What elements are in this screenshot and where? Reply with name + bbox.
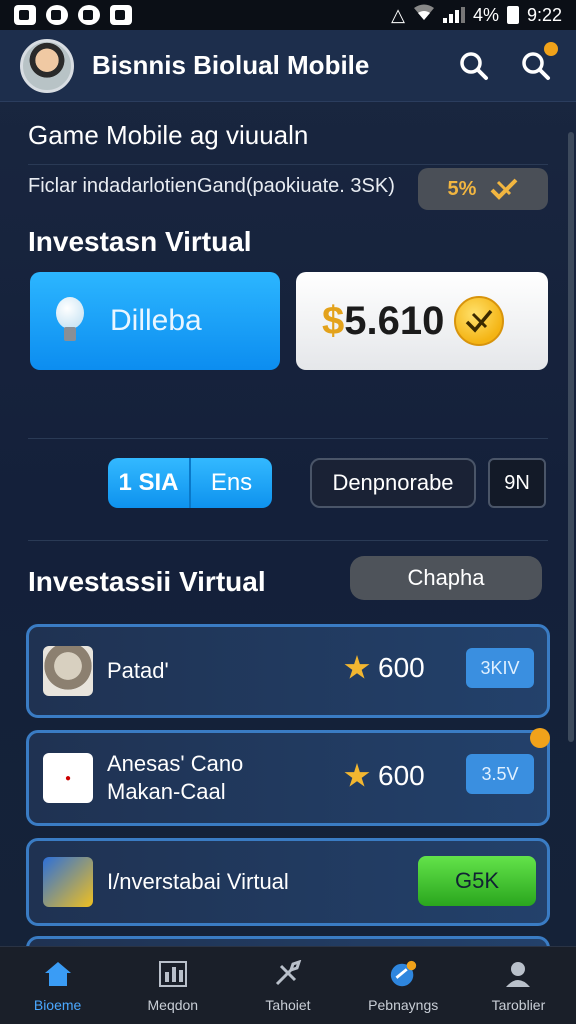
app-bar: Bisnnis Biolual Mobile: [0, 30, 576, 102]
app-notification-icon: [78, 5, 100, 25]
wifi-icon: [413, 4, 435, 27]
chart-notification-icon: [14, 5, 36, 25]
divider: [28, 164, 548, 165]
image-notification-icon: [110, 5, 132, 25]
status-bar: △ 4% 9:22: [0, 0, 576, 30]
list-item-amount: 600: [344, 652, 425, 684]
list-item-label: I/nverstabai Virtual: [107, 869, 289, 894]
clock-notification-icon: [46, 5, 68, 25]
list-item-label: Anesas' Cano Makan-Caal: [107, 750, 243, 806]
balance-amount: $5.610: [322, 299, 444, 344]
seg-option-right[interactable]: Ens: [191, 458, 272, 508]
battery-icon: [506, 6, 519, 24]
nav-label: Taroblier: [491, 996, 546, 1013]
percent-value: 5%: [447, 177, 477, 200]
denpnorabe-button[interactable]: Denpnorabe: [310, 458, 476, 508]
divider: [28, 540, 548, 541]
list-item-label: Patad': [107, 658, 169, 683]
balance-value: 5.610: [344, 298, 445, 343]
list-item-tag[interactable]: 3.5V: [466, 754, 534, 794]
percent-pill[interactable]: 5%: [418, 168, 548, 210]
balance-card[interactable]: $5.610: [296, 272, 548, 370]
notification-search-button[interactable]: [516, 41, 558, 86]
amount-value: 600: [378, 652, 425, 683]
list-item-label-line2: Makan-Caal: [107, 779, 226, 804]
segmented-control[interactable]: 1 SIA Ens: [108, 458, 272, 508]
list-item-amount: 600: [344, 760, 425, 792]
paint-icon: [388, 959, 418, 989]
nav-label: Tahoiet: [265, 996, 311, 1013]
bottom-nav: Bioeme Meqdon Tahoiet Pebnayngs Taroblie…: [0, 946, 576, 1024]
page-subtitle: Game Mobile ag viuualn: [28, 120, 309, 150]
list-item-tag[interactable]: 3KIV: [466, 648, 534, 688]
vibrate-icon: △: [391, 4, 405, 25]
nav-label: Meqdon: [147, 996, 199, 1013]
battery-percent: 4%: [472, 4, 499, 25]
thumbnail-box-icon: [43, 857, 93, 907]
nav-item-profile[interactable]: Taroblier: [461, 947, 576, 1024]
clock-time: 9:22: [526, 4, 562, 25]
g5k-button[interactable]: G5K: [418, 856, 536, 906]
lightbulb-icon: [56, 297, 84, 345]
dollar-sign: $: [322, 298, 345, 343]
star-icon: [344, 763, 370, 787]
list-item-label-line1: Anesas' Cano: [107, 751, 244, 776]
notification-badge: [544, 41, 558, 56]
amount-value: 600: [378, 760, 425, 791]
nav-item-tools[interactable]: Tahoiet: [230, 947, 345, 1024]
chapha-button[interactable]: Chapha: [350, 556, 542, 600]
divider: [28, 438, 548, 439]
tools-icon: [273, 959, 303, 989]
home-icon: [43, 959, 73, 989]
thumbnail-game-icon: ●: [43, 753, 93, 803]
section-title-investasi: Investasn Virtual: [28, 226, 252, 257]
search-button[interactable]: [454, 46, 494, 86]
thumbnail-doll-icon: [43, 646, 93, 696]
signal-icon: [442, 7, 465, 23]
small-9n-button[interactable]: 9N: [488, 458, 546, 508]
section-title-investassii: Investassii Virtual: [28, 566, 266, 597]
nav-item-paint[interactable]: Pebnayngs: [346, 947, 461, 1024]
app-title: Bisnnis Biolual Mobile: [92, 50, 370, 80]
edit-check-icon: [491, 178, 518, 200]
chart-icon: [158, 959, 188, 989]
info-text: Ficlar indadarlotienGand(paokiuate. 3SK): [28, 175, 395, 197]
dilleba-label: Dilleba: [110, 304, 202, 337]
avatar[interactable]: [20, 38, 74, 93]
star-icon: [344, 655, 370, 679]
seg-option-left[interactable]: 1 SIA: [108, 458, 191, 508]
new-badge: [530, 728, 550, 748]
dilleba-button[interactable]: Dilleba: [30, 272, 280, 370]
scrollbar[interactable]: [568, 132, 574, 742]
profile-icon: [503, 959, 533, 989]
nav-label: Bioeme: [33, 996, 82, 1013]
nav-label: Pebnayngs: [368, 996, 439, 1013]
nav-item-chart[interactable]: Meqdon: [115, 947, 230, 1024]
nav-item-home[interactable]: Bioeme: [0, 947, 115, 1024]
search-icon: [460, 51, 488, 80]
coin-check-icon: [454, 296, 505, 346]
